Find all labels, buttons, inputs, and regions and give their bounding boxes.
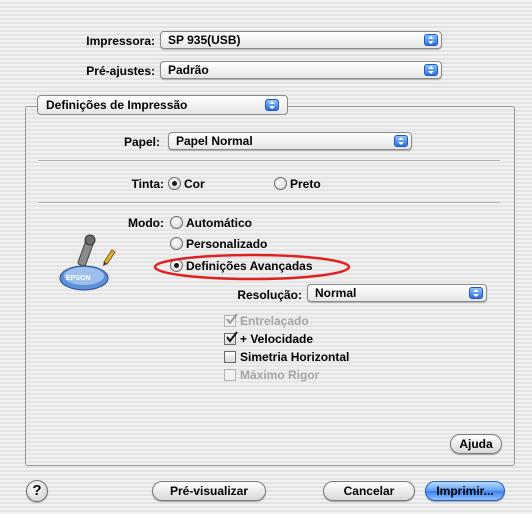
epson-logo-text: EPSON (66, 275, 91, 282)
speed-label: + Velocidade (240, 332, 314, 346)
ink-black-label: Preto (290, 177, 321, 191)
ink-color-label: Cor (184, 177, 205, 191)
flip-horizontal-label: Simetria Horizontal (240, 350, 350, 364)
presets-label: Pré-ajustes: (86, 64, 155, 78)
print-button[interactable]: Imprimir... (425, 481, 505, 501)
ink-color-radio[interactable] (168, 177, 181, 190)
finest-detail-label: Máximo Rigor (240, 368, 320, 382)
speed-checkbox[interactable] (224, 331, 238, 345)
cancel-button[interactable]: Cancelar (323, 481, 415, 501)
resolution-label: Resolução: (237, 288, 302, 302)
help-icon[interactable]: ? (26, 480, 48, 502)
popup-arrows-icon (424, 64, 438, 76)
preview-button[interactable]: Pré-visualizar (152, 481, 266, 501)
mode-custom-label: Personalizado (186, 237, 268, 251)
presets-value: Padrão (168, 63, 209, 77)
presets-popup[interactable]: Padrão (160, 61, 442, 79)
epson-mode-icon: EPSON (59, 234, 116, 291)
checkmark-icon (226, 331, 238, 343)
popup-arrows-icon (265, 99, 279, 111)
paper-value: Papel Normal (176, 134, 253, 148)
mode-automatic-radio[interactable] (170, 216, 183, 229)
highlight-ellipse (153, 253, 351, 281)
section-popup-value: Definições de Impressão (46, 98, 188, 112)
interlace-checkbox[interactable] (224, 313, 238, 327)
paper-label: Papel: (123, 135, 160, 149)
checkmark-icon (226, 313, 238, 325)
mode-custom-radio[interactable] (170, 237, 183, 250)
mode-automatic-label: Automático (186, 216, 252, 230)
resolution-popup[interactable]: Normal (307, 284, 487, 302)
ink-black-radio[interactable] (274, 177, 287, 190)
paper-popup[interactable]: Papel Normal (168, 132, 412, 150)
popup-arrows-icon (469, 287, 483, 299)
finest-detail-checkbox[interactable] (224, 369, 236, 381)
interlace-label: Entrelaçado (240, 314, 309, 328)
resolution-value: Normal (315, 286, 357, 300)
popup-arrows-icon (394, 135, 408, 147)
ink-label: Tinta: (131, 177, 164, 191)
section-popup[interactable]: Definições de Impressão (37, 95, 288, 115)
flip-horizontal-checkbox[interactable] (224, 351, 236, 363)
help-button[interactable]: Ajuda (450, 434, 502, 454)
printer-popup[interactable]: SP 935(USB) (160, 31, 442, 49)
mode-label: Modo: (128, 216, 164, 230)
popup-arrows-icon (424, 34, 438, 46)
separator (38, 160, 500, 162)
separator (38, 202, 500, 204)
printer-value: SP 935(USB) (168, 33, 241, 47)
printer-label: Impressora: (86, 34, 155, 48)
